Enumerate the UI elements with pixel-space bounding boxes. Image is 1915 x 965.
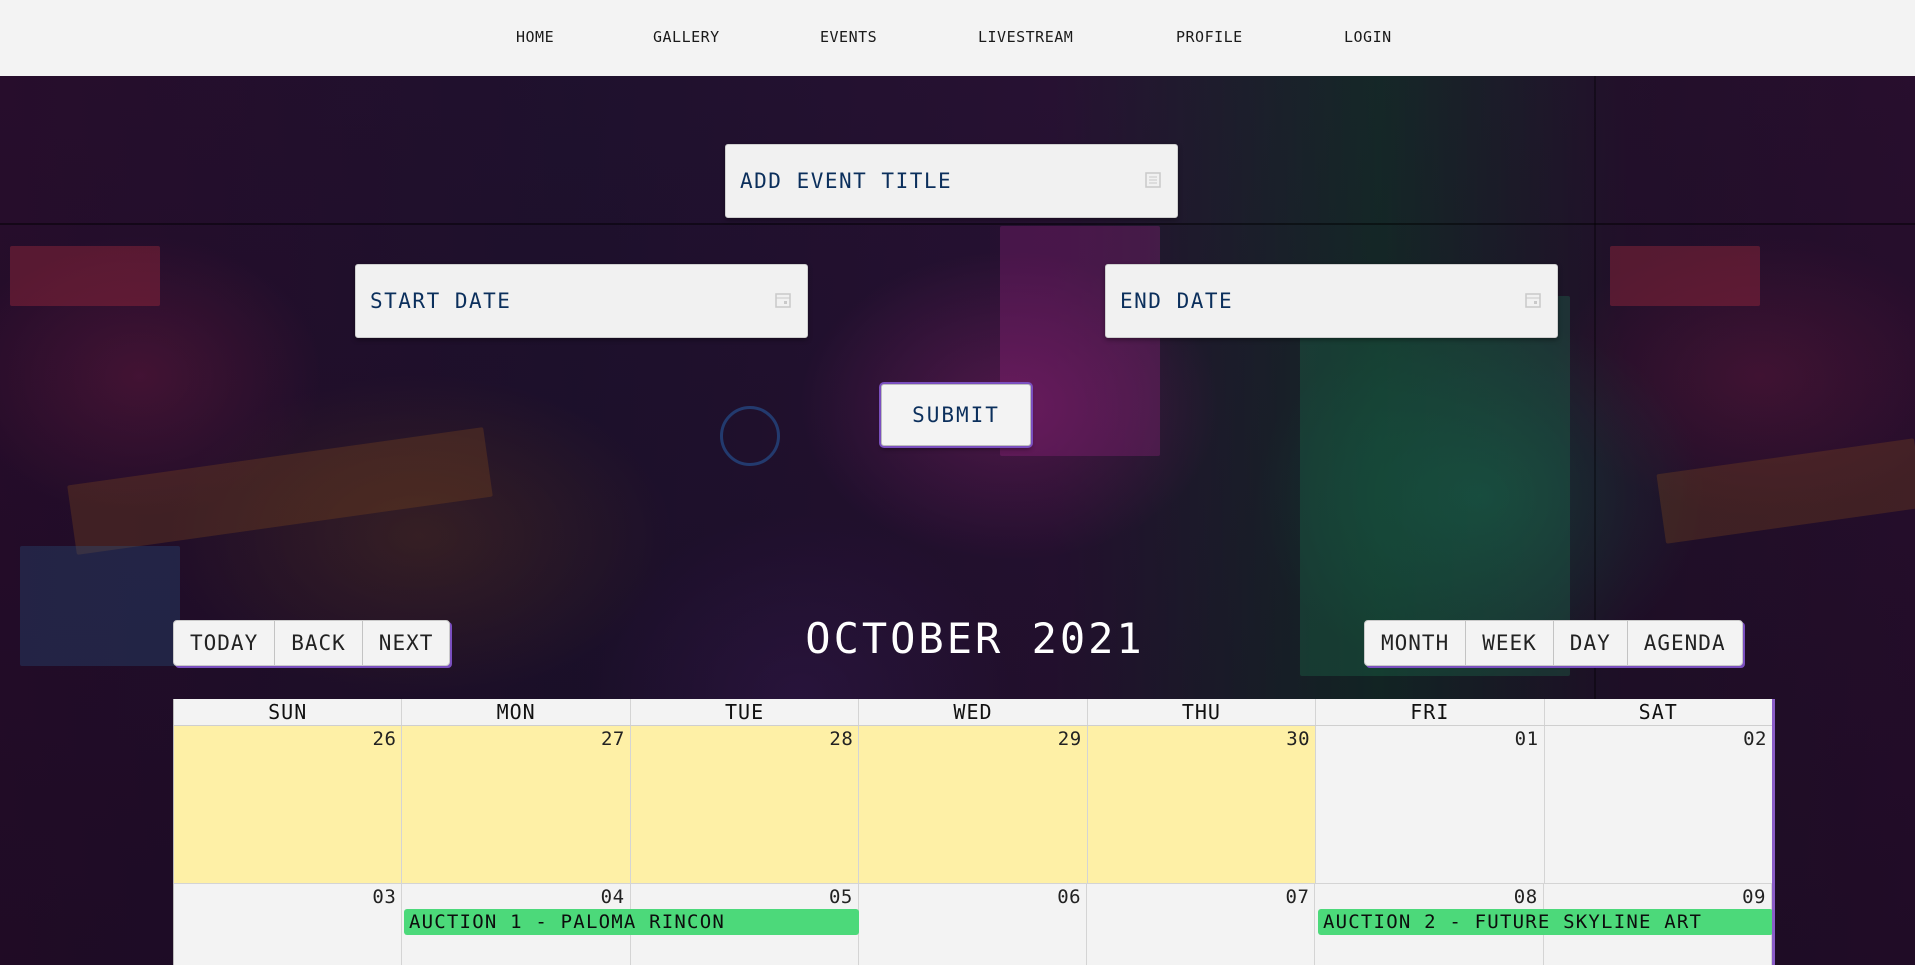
- start-date-field[interactable]: START DATE: [355, 264, 808, 338]
- neon-sign-decoration: [67, 427, 493, 555]
- day-number[interactable]: 28: [829, 728, 853, 750]
- day-cell[interactable]: 30: [1087, 726, 1317, 883]
- event-title-field[interactable]: ADD EVENT TITLE: [725, 144, 1178, 218]
- weekday-label: WED: [859, 699, 1088, 725]
- nav-livestream-link[interactable]: LIVESTREAM: [978, 28, 1073, 46]
- month-calendar: SUN MON TUE WED THU FRI SAT 26 27 28 29 …: [173, 699, 1775, 965]
- day-number[interactable]: 26: [373, 728, 397, 750]
- day-cell[interactable]: 27: [402, 726, 631, 883]
- end-date-field[interactable]: END DATE: [1105, 264, 1558, 338]
- top-nav: HOME GALLERY EVENTS LIVESTREAM PROFILE L…: [0, 0, 1915, 76]
- today-button[interactable]: TODAY: [174, 621, 276, 665]
- weekday-label: TUE: [631, 699, 860, 725]
- background-seam: [0, 223, 1915, 225]
- day-view-button[interactable]: DAY: [1554, 621, 1628, 665]
- calendar-nav-group: TODAY BACK NEXT: [173, 620, 451, 666]
- day-cell[interactable]: 02: [1545, 726, 1772, 883]
- day-number[interactable]: 08: [1514, 886, 1538, 908]
- weekday-label: FRI: [1316, 699, 1545, 725]
- end-date-placeholder: END DATE: [1120, 289, 1234, 313]
- month-view-button[interactable]: MONTH: [1365, 621, 1467, 665]
- day-number[interactable]: 06: [1057, 886, 1081, 908]
- day-number[interactable]: 05: [829, 886, 853, 908]
- neon-sign-decoration: [20, 546, 180, 666]
- day-number[interactable]: 27: [601, 728, 625, 750]
- list-icon: [1143, 171, 1163, 191]
- calendar-title: OCTOBER 2021: [805, 614, 1145, 663]
- calendar-view-group: MONTH WEEK DAY AGENDA: [1364, 620, 1743, 666]
- calendar-week-row: 03 04 05 06 07 08 09 AUCTION 1 - PALOMA …: [174, 884, 1772, 965]
- calendar-event[interactable]: AUCTION 1 - PALOMA RINCON: [404, 909, 859, 935]
- neon-building-decoration: [1300, 296, 1570, 676]
- weekday-label: SAT: [1638, 700, 1678, 724]
- neon-sign-decoration: [1656, 438, 1915, 544]
- calendar-event[interactable]: AUCTION 2 - FUTURE SKYLINE ART: [1318, 909, 1772, 935]
- day-cell[interactable]: 29: [859, 726, 1088, 883]
- next-button[interactable]: NEXT: [363, 621, 450, 665]
- day-cell[interactable]: 03: [174, 884, 403, 965]
- nav-profile-link[interactable]: PROFILE: [1176, 28, 1243, 46]
- neon-sign-decoration: [10, 246, 160, 306]
- day-cell[interactable]: 01: [1316, 726, 1545, 883]
- day-number[interactable]: 04: [601, 886, 625, 908]
- nav-login-link[interactable]: LOGIN: [1344, 28, 1392, 46]
- day-number[interactable]: 07: [1286, 886, 1310, 908]
- day-number[interactable]: 09: [1742, 886, 1766, 908]
- calendar-week-row: 26 27 28 29 30 01 02: [174, 726, 1772, 884]
- weekday-label: MON: [402, 699, 631, 725]
- nav-events-link[interactable]: EVENTS: [820, 28, 877, 46]
- day-cell[interactable]: 07: [1087, 884, 1316, 965]
- day-cell[interactable]: 28: [630, 726, 860, 883]
- submit-button[interactable]: SUBMIT: [881, 384, 1031, 446]
- day-number[interactable]: 30: [1286, 728, 1310, 750]
- nav-gallery-link[interactable]: GALLERY: [653, 28, 720, 46]
- day-number[interactable]: 03: [372, 886, 396, 908]
- neon-circle-decoration: [720, 406, 780, 466]
- calendar-icon: [1523, 291, 1543, 311]
- weekday-label: SUN: [174, 699, 403, 725]
- day-number[interactable]: 01: [1515, 728, 1539, 750]
- start-date-placeholder: START DATE: [370, 289, 512, 313]
- nav-home-link[interactable]: HOME: [516, 28, 554, 46]
- neon-sign-decoration: [1610, 246, 1760, 306]
- day-cell[interactable]: 06: [859, 884, 1088, 965]
- calendar-icon: [773, 291, 793, 311]
- weekday-label: THU: [1088, 699, 1317, 725]
- day-number[interactable]: 29: [1058, 728, 1082, 750]
- week-view-button[interactable]: WEEK: [1466, 621, 1554, 665]
- weekday-header: SUN MON TUE WED THU FRI SAT: [174, 699, 1772, 726]
- day-cell[interactable]: 26: [174, 726, 403, 883]
- day-number[interactable]: 02: [1743, 728, 1767, 750]
- back-button[interactable]: BACK: [275, 621, 363, 665]
- agenda-view-button[interactable]: AGENDA: [1628, 621, 1742, 665]
- event-title-placeholder: ADD EVENT TITLE: [740, 169, 953, 193]
